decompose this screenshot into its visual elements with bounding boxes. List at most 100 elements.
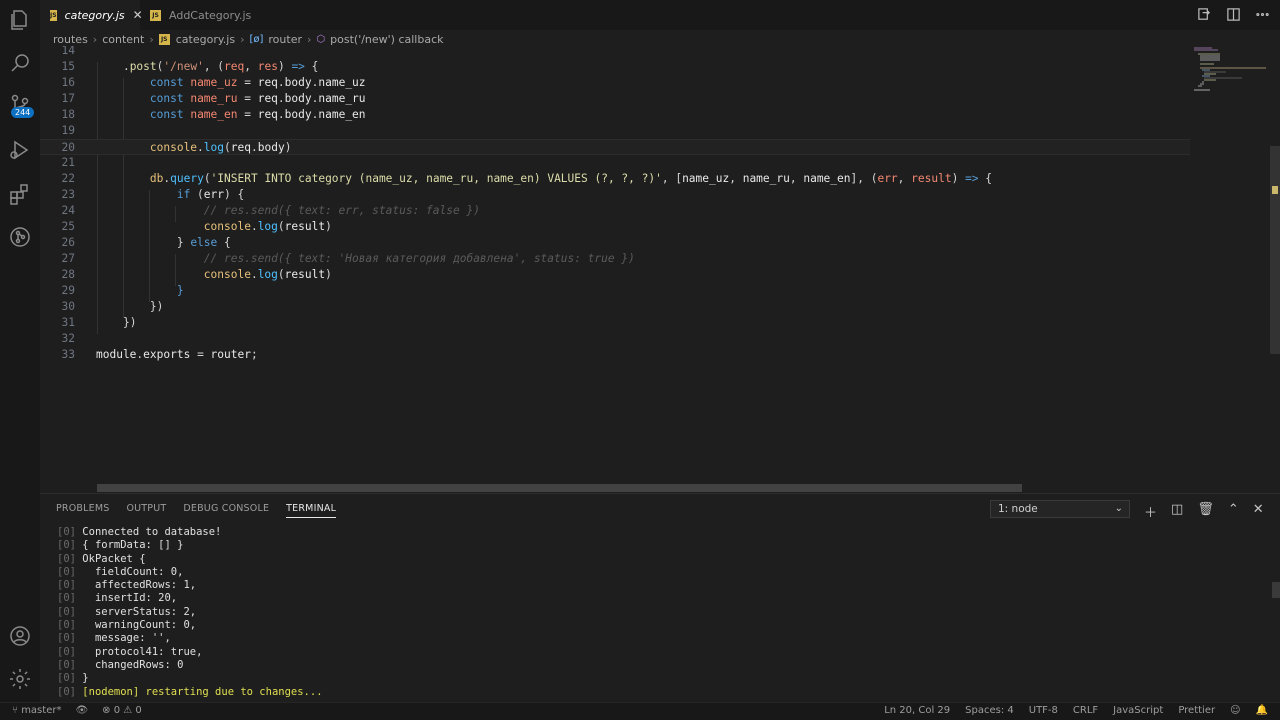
- code-line[interactable]: 17 const name_ru = req.body.name_ru: [40, 91, 1190, 107]
- branch-name: master*: [21, 705, 62, 716]
- editor-vertical-scrollbar[interactable]: [1270, 146, 1280, 354]
- search-icon[interactable]: [8, 51, 32, 75]
- code-line[interactable]: 18 const name_en = req.body.name_en: [40, 107, 1190, 123]
- line-number: 26: [61, 236, 75, 249]
- code-token: '/new': [163, 60, 204, 73]
- code-token: body: [257, 141, 285, 154]
- code-line[interactable]: 20 console.log(req.body): [40, 139, 1190, 155]
- line-number: 14: [61, 46, 75, 57]
- extensions-icon[interactable]: [8, 182, 32, 206]
- tab-debug-console[interactable]: DEBUG CONSOLE: [183, 503, 269, 518]
- indentation[interactable]: Spaces: 4: [965, 705, 1014, 716]
- code-token: .: [277, 108, 285, 121]
- code-token: router: [210, 348, 251, 361]
- breadcrumb-item[interactable]: router: [268, 33, 302, 46]
- panel-actions: ＋ ◫ 🗑 ⌃ ✕: [1144, 502, 1264, 521]
- breadcrumb-item[interactable]: post('/new') callback: [330, 33, 443, 46]
- encoding[interactable]: UTF-8: [1029, 705, 1058, 716]
- terminal-text: serverStatus: 2,: [82, 605, 197, 618]
- kill-terminal-trash-icon[interactable]: 🗑: [1197, 502, 1214, 521]
- code-text: }): [96, 315, 136, 331]
- code-token: result: [284, 268, 326, 281]
- feedback-icon[interactable]: ☺: [1230, 705, 1240, 716]
- breadcrumb-item[interactable]: routes: [53, 33, 88, 46]
- close-panel-icon[interactable]: ✕: [1253, 502, 1264, 521]
- line-ending[interactable]: CRLF: [1073, 705, 1098, 716]
- code-line[interactable]: 23 if (err) {: [40, 187, 1190, 203]
- git-branch-item[interactable]: ⑂ master*: [12, 705, 61, 716]
- code-line[interactable]: 14: [40, 46, 1190, 59]
- code-line[interactable]: 16 const name_uz = req.body.name_uz: [40, 75, 1190, 91]
- terminal-text: changedRows: 0: [82, 658, 184, 671]
- split-editor-icon[interactable]: [1226, 7, 1241, 26]
- terminal-line: [0] warningCount: 0,: [57, 619, 323, 632]
- code-line[interactable]: 21: [40, 155, 1190, 171]
- tab-addcategory-js[interactable]: JS AddCategory.js: [140, 0, 260, 30]
- line-number: 18: [61, 108, 75, 121]
- terminal-line: [0] fieldCount: 0,: [57, 566, 323, 579]
- notifications-bell-icon[interactable]: 🔔: [1256, 705, 1268, 716]
- code-line[interactable]: 15 .post('/new', (req, res) => {: [40, 59, 1190, 75]
- account-icon[interactable]: [8, 624, 32, 648]
- terminal-scrollbar[interactable]: [1272, 582, 1280, 598]
- code-token: name_ru: [190, 92, 238, 105]
- code-token: body: [284, 76, 312, 89]
- code-line[interactable]: 32: [40, 331, 1190, 347]
- code-line[interactable]: 29 }: [40, 283, 1190, 299]
- code-line[interactable]: 24 // res.send({ text: err, status: fals…: [40, 203, 1190, 219]
- code-text: const name_uz = req.body.name_uz: [96, 75, 366, 91]
- maximize-panel-chevron-up-icon[interactable]: ⌃: [1228, 502, 1239, 521]
- explorer-icon[interactable]: [8, 8, 32, 32]
- sync-icon[interactable]: 👁: [75, 705, 88, 716]
- line-number: 15: [61, 60, 75, 73]
- code-line[interactable]: 30 }): [40, 299, 1190, 315]
- git-graph-icon[interactable]: [8, 225, 32, 249]
- code-editor[interactable]: 14 15 .post('/new', (req, res) => {16 con…: [40, 46, 1270, 492]
- code-line[interactable]: 33 module.exports = router;: [40, 347, 1190, 363]
- terminal-text: [nodemon] restarting due to changes...: [82, 685, 323, 698]
- split-terminal-icon[interactable]: ◫: [1171, 502, 1183, 521]
- code-token: name_en: [803, 172, 851, 185]
- breadcrumb-item[interactable]: category.js: [176, 33, 235, 46]
- problems-counter[interactable]: ⊗ 0 ⚠ 0: [102, 705, 142, 716]
- code-token: req: [257, 76, 278, 89]
- tab-output[interactable]: OUTPUT: [126, 503, 166, 518]
- language-mode[interactable]: JavaScript: [1113, 705, 1163, 716]
- minimap[interactable]: [1190, 46, 1270, 106]
- code-line[interactable]: 25 console.log(result): [40, 219, 1190, 235]
- code-line[interactable]: 26 } else {: [40, 235, 1190, 251]
- process-prefix: [0]: [57, 605, 76, 618]
- process-prefix: [0]: [57, 565, 76, 578]
- run-debug-icon[interactable]: [8, 138, 32, 162]
- code-line[interactable]: 22 db.query('INSERT INTO category (name_…: [40, 171, 1190, 187]
- code-line[interactable]: 19: [40, 123, 1190, 139]
- tab-terminal[interactable]: TERMINAL: [286, 503, 337, 518]
- open-changes-icon[interactable]: [1197, 7, 1212, 26]
- terminal-line: [0] Connected to database!: [57, 526, 323, 539]
- tab-category-js[interactable]: JS category.js ✕: [40, 0, 143, 30]
- code-token: name_uz: [190, 76, 238, 89]
- code-token: log: [257, 268, 278, 281]
- bottom-panel: PROBLEMS OUTPUT DEBUG CONSOLE TERMINAL 1…: [40, 493, 1280, 702]
- terminal-line: [0] affectedRows: 1,: [57, 579, 323, 592]
- code-token: ,: [897, 172, 912, 185]
- editor-horizontal-scrollbar[interactable]: [97, 484, 1022, 492]
- code-line[interactable]: 31 }): [40, 315, 1190, 331]
- terminal-select[interactable]: 1: node ⌄: [990, 500, 1130, 518]
- breadcrumb-item[interactable]: content: [102, 33, 144, 46]
- prettier-status[interactable]: Prettier: [1178, 705, 1215, 716]
- code-token: exports: [143, 348, 191, 361]
- tab-problems[interactable]: PROBLEMS: [56, 503, 109, 518]
- new-terminal-icon[interactable]: ＋: [1144, 502, 1157, 521]
- terminal-output[interactable]: [0] Connected to database! [0] { formData…: [57, 526, 323, 699]
- settings-gear-icon[interactable]: [8, 667, 32, 691]
- code-line[interactable]: 27 // res.send({ text: 'Новая категория …: [40, 251, 1190, 267]
- code-line[interactable]: 28 console.log(result): [40, 267, 1190, 283]
- code-token: .: [250, 268, 258, 281]
- cursor-position[interactable]: Ln 20, Col 29: [884, 705, 950, 716]
- code-token: const: [149, 92, 184, 105]
- more-actions-icon[interactable]: [1255, 7, 1270, 26]
- code-token: }: [176, 236, 191, 249]
